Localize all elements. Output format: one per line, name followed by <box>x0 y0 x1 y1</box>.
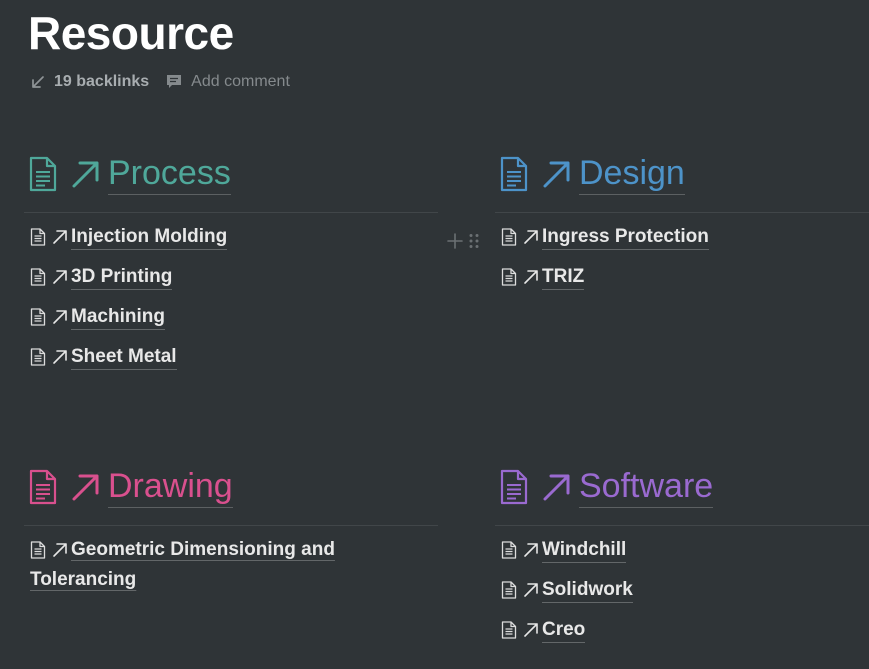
section-software-header[interactable]: Software <box>499 465 714 509</box>
page-root: Resource 19 backlinks Add comment Proces… <box>0 0 869 669</box>
section-software: Software Windchill Solidwork Creo <box>495 465 869 669</box>
link-label[interactable]: Sheet Metal <box>71 345 177 370</box>
section-drawing-links: Geometric Dimensioning and Tolerancing <box>30 535 360 595</box>
document-icon <box>29 469 57 505</box>
arrow-up-right-icon <box>543 474 570 501</box>
section-drawing: Drawing Geometric Dimensioning and Toler… <box>24 465 438 615</box>
document-icon <box>501 621 517 639</box>
arrow-up-right-icon <box>53 310 67 324</box>
document-icon <box>30 228 46 246</box>
link-label[interactable]: Windchill <box>542 538 627 563</box>
arrow-up-right-icon <box>72 474 99 501</box>
backlinks-label: 19 backlinks <box>54 73 150 90</box>
list-item[interactable]: Machining <box>30 302 227 342</box>
arrow-up-right-icon <box>524 583 538 597</box>
block-handle[interactable] <box>446 232 481 250</box>
plus-icon[interactable] <box>446 232 464 250</box>
list-item[interactable]: Sheet Metal <box>30 342 227 382</box>
list-item[interactable]: TRIZ <box>501 262 709 302</box>
arrow-up-right-icon <box>524 543 538 557</box>
list-item[interactable]: Solidwork <box>501 575 633 615</box>
document-icon <box>501 228 517 246</box>
document-icon <box>30 541 46 559</box>
backlinks-button[interactable]: 19 backlinks <box>30 73 149 91</box>
section-process-title[interactable]: Process <box>108 153 231 195</box>
document-icon <box>501 268 517 286</box>
arrow-up-right-icon <box>524 270 538 284</box>
link-label[interactable]: TRIZ <box>542 265 585 290</box>
arrow-up-right-icon <box>53 350 67 364</box>
page-meta: 19 backlinks Add comment <box>30 70 290 94</box>
link-label[interactable]: Geometric Dimensioning and Tolerancing <box>30 539 335 590</box>
page-title: Resource <box>28 7 234 59</box>
add-comment-button[interactable]: Add comment <box>165 73 290 91</box>
arrow-up-right-icon <box>53 543 67 557</box>
comment-icon <box>167 75 182 88</box>
section-design-divider <box>495 212 869 213</box>
section-software-divider <box>495 525 869 526</box>
list-item[interactable]: Ingress Protection <box>501 222 709 262</box>
list-item[interactable]: Geometric Dimensioning and Tolerancing <box>30 535 360 595</box>
link-label[interactable]: Creo <box>542 618 586 643</box>
arrow-up-right-icon <box>543 161 570 188</box>
section-drawing-header[interactable]: Drawing <box>28 465 233 509</box>
list-item[interactable]: 3D Printing <box>30 262 227 302</box>
document-icon <box>500 469 528 505</box>
arrow-down-left-icon <box>32 76 44 88</box>
document-icon <box>30 308 46 326</box>
section-process-header[interactable]: Process <box>28 152 231 196</box>
section-software-links: Windchill Solidwork Creo <box>501 535 633 655</box>
section-drawing-title[interactable]: Drawing <box>108 466 233 508</box>
link-label[interactable]: Ingress Protection <box>542 225 709 250</box>
list-item[interactable]: Injection Molding <box>30 222 228 262</box>
arrow-up-right-icon <box>524 230 538 244</box>
link-label[interactable]: 3D Printing <box>71 265 173 290</box>
section-process: Process Injection Molding 3D Printing Ma… <box>24 152 438 382</box>
section-drawing-divider <box>24 525 438 526</box>
document-icon <box>30 268 46 286</box>
arrow-up-right-icon <box>524 623 538 637</box>
section-process-divider <box>24 212 438 213</box>
section-design-links: Ingress Protection TRIZ <box>501 222 709 302</box>
link-label[interactable]: Injection Molding <box>71 225 228 250</box>
link-label[interactable]: Machining <box>71 305 165 330</box>
arrow-up-right-icon <box>72 161 99 188</box>
add-comment-label: Add comment <box>191 73 290 90</box>
section-design-title[interactable]: Design <box>579 153 685 195</box>
document-icon <box>500 156 528 192</box>
document-icon <box>29 156 57 192</box>
list-item[interactable]: Windchill <box>501 535 633 575</box>
arrow-up-right-icon <box>53 230 67 244</box>
document-icon <box>501 581 517 599</box>
document-icon <box>501 541 517 559</box>
section-design: Design Ingress Protection TRIZ <box>495 152 869 382</box>
section-software-title[interactable]: Software <box>579 466 714 508</box>
arrow-up-right-icon <box>53 270 67 284</box>
document-icon <box>30 348 46 366</box>
section-design-header[interactable]: Design <box>499 152 685 196</box>
link-label[interactable]: Solidwork <box>542 578 633 603</box>
drag-handle-icon[interactable] <box>467 232 481 250</box>
list-item[interactable]: Creo <box>501 615 633 655</box>
section-process-links: Injection Molding 3D Printing Machining … <box>30 222 228 382</box>
